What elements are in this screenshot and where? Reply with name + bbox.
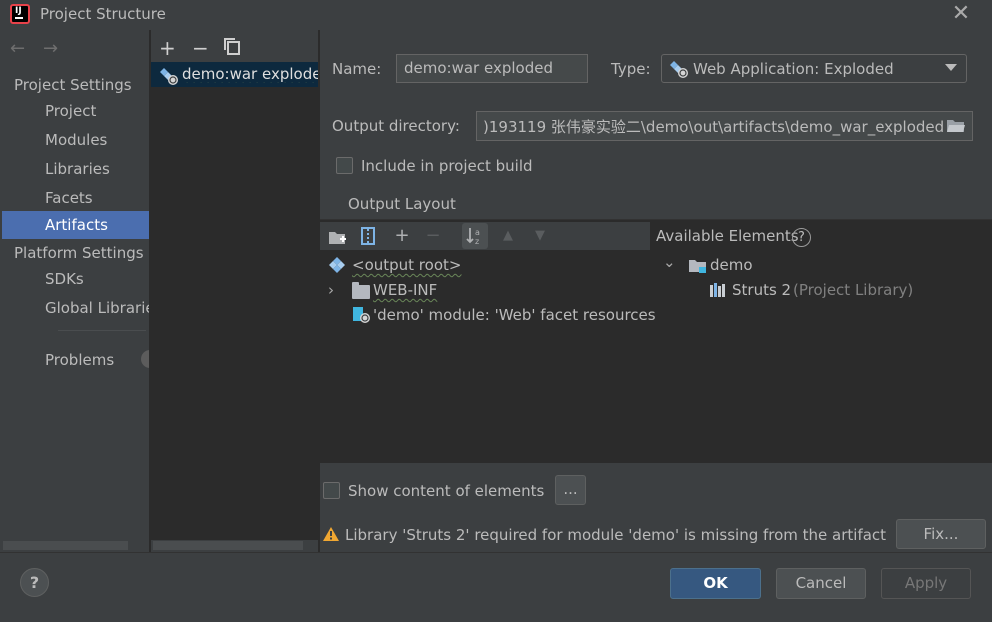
add-copy-of-icon[interactable]: + xyxy=(391,224,413,248)
help-button[interactable]: ? xyxy=(20,568,49,597)
type-label: Type: xyxy=(611,60,651,78)
web-app-icon xyxy=(669,60,689,78)
platform-settings-header: Platform Settings xyxy=(14,244,144,262)
move-down-icon[interactable]: ▼ xyxy=(529,224,551,248)
sidebar-divider xyxy=(58,330,146,331)
module-folder-icon xyxy=(688,257,708,274)
nav-forward-icon[interactable]: → xyxy=(43,38,58,59)
intellij-logo-icon: IJ xyxy=(10,4,30,24)
web-facet-icon xyxy=(352,306,371,324)
window-title: Project Structure xyxy=(40,5,166,23)
nav-back-icon[interactable]: ← xyxy=(10,38,25,59)
output-root-icon xyxy=(329,257,345,273)
fix-button[interactable]: Fix... xyxy=(896,519,986,549)
output-layout-divider xyxy=(320,219,992,220)
tab-output-layout[interactable]: Output Layout xyxy=(348,195,456,213)
artifact-list-item-label: demo:war exploded xyxy=(182,65,318,83)
name-label: Name: xyxy=(332,60,382,78)
available-elements-header: Available Elements xyxy=(656,227,799,245)
project-settings-header: Project Settings xyxy=(14,76,132,94)
sidebar-scrollbar[interactable] xyxy=(3,541,128,550)
tree-item-web-inf[interactable]: WEB-INF xyxy=(373,281,437,299)
sidebar-item-sdks[interactable]: SDKs xyxy=(45,265,84,293)
folder-icon xyxy=(352,282,370,299)
chevron-right-icon[interactable]: › xyxy=(328,281,334,299)
sidebar-item-project[interactable]: Project xyxy=(45,97,96,125)
show-content-checkbox[interactable] xyxy=(323,482,340,499)
chevron-down-icon xyxy=(945,64,957,71)
cancel-button[interactable]: Cancel xyxy=(776,568,866,599)
sort-elements-icon[interactable]: az xyxy=(462,223,488,249)
ok-button[interactable]: OK xyxy=(670,568,761,599)
sidebar-item-libraries[interactable]: Libraries xyxy=(45,155,110,183)
browse-folder-icon[interactable] xyxy=(946,118,966,134)
warning-icon xyxy=(322,526,340,542)
remove-icon[interactable]: − xyxy=(192,36,209,60)
web-artifact-icon xyxy=(159,67,179,85)
output-directory-label: Output directory: xyxy=(332,117,460,135)
type-dropdown-value: Web Application: Exploded xyxy=(693,60,894,78)
remove-element-icon[interactable]: − xyxy=(422,224,444,248)
svg-text:a: a xyxy=(475,228,480,237)
bottom-divider xyxy=(0,552,992,553)
available-item-struts-2[interactable]: Struts 2 xyxy=(732,281,791,299)
sidebar-item-modules[interactable]: Modules xyxy=(45,126,107,154)
artifact-list-scrollbar[interactable] xyxy=(153,541,303,550)
sidebar-item-artifacts[interactable]: Artifacts xyxy=(45,211,108,239)
apply-button[interactable]: Apply xyxy=(881,568,971,599)
available-item-struts-2-suffix: (Project Library) xyxy=(793,281,914,299)
archive-icon[interactable] xyxy=(357,224,379,248)
tree-item-web-facet-resources[interactable]: 'demo' module: 'Web' facet resources xyxy=(373,306,656,324)
show-content-options-button[interactable]: ... xyxy=(555,475,586,505)
svg-text:z: z xyxy=(475,237,479,246)
output-directory-field[interactable]: )193119 张伟豪实验二\demo\out\artifacts\demo_w… xyxy=(476,111,973,141)
sidebar-item-global-libraries[interactable]: Global Librarie xyxy=(45,294,149,322)
include-in-build-checkbox[interactable] xyxy=(336,157,353,174)
name-field[interactable]: demo:war exploded xyxy=(396,54,588,83)
help-icon[interactable]: ? xyxy=(792,228,811,247)
close-icon[interactable]: ✕ xyxy=(948,2,974,28)
artifact-list xyxy=(151,62,318,540)
include-in-build-label: Include in project build xyxy=(361,157,533,175)
new-directory-icon[interactable] xyxy=(326,224,348,248)
move-up-icon[interactable]: ▲ xyxy=(497,224,519,248)
library-icon xyxy=(709,282,727,298)
add-icon[interactable]: + xyxy=(159,36,176,60)
available-item-demo[interactable]: demo xyxy=(710,256,753,274)
copy-icon[interactable] xyxy=(224,38,240,55)
show-content-label: Show content of elements xyxy=(348,482,545,500)
chevron-down-icon[interactable]: ⌄ xyxy=(663,253,676,271)
tree-item-output-root[interactable]: <output root> xyxy=(352,256,461,274)
sidebar-item-facets[interactable]: Facets xyxy=(45,184,93,212)
warning-message: Library 'Struts 2' required for module '… xyxy=(345,526,887,544)
sidebar-item-problems[interactable]: Problems xyxy=(45,346,114,374)
